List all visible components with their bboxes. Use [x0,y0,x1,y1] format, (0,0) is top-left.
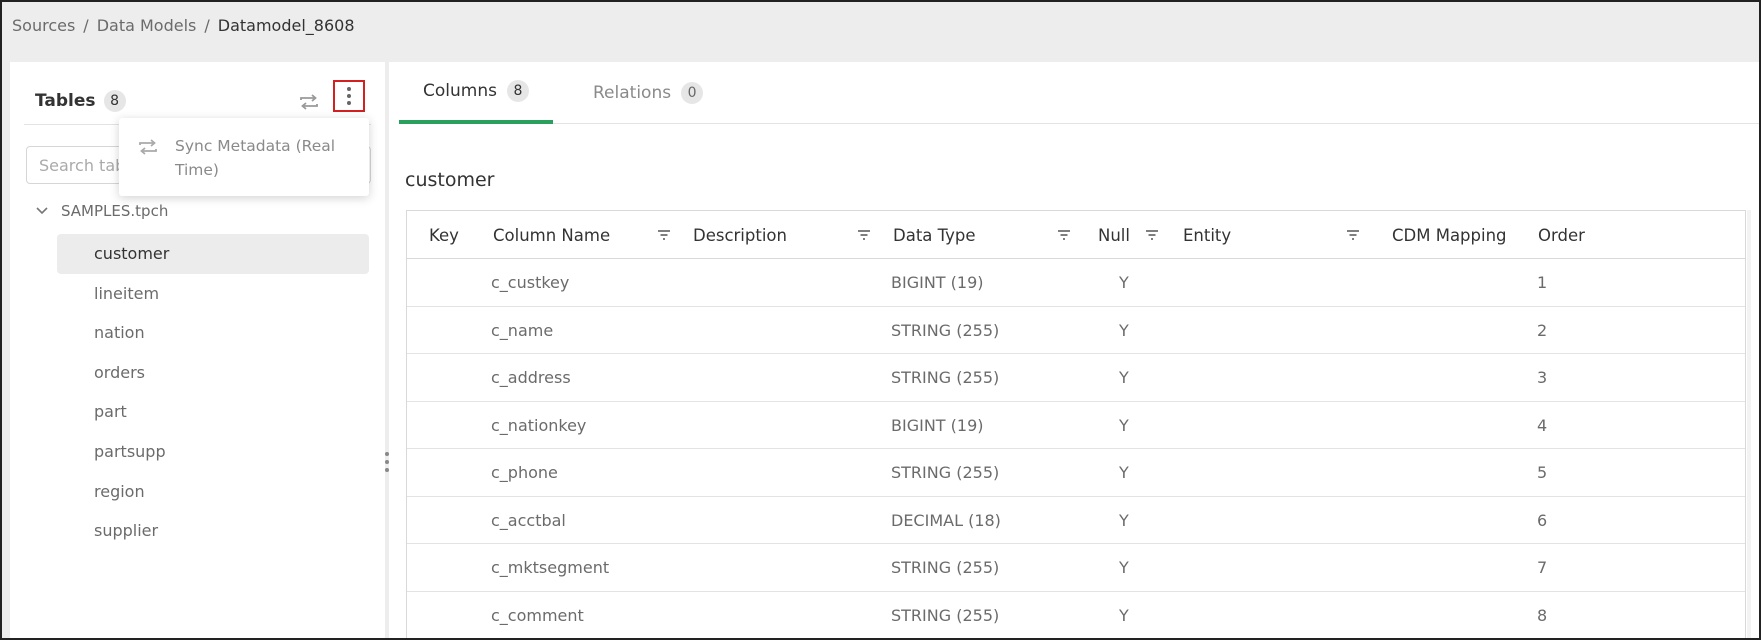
chevron-down-icon [36,207,48,215]
table-row[interactable]: c_acctbal DECIMAL (18) Y 6 [407,497,1745,544]
cell-data-type: STRING (255) [891,558,1000,577]
filter-icon[interactable] [657,228,671,242]
table-item-orders[interactable]: orders [57,353,369,393]
filter-icon[interactable] [857,228,871,242]
table-item-customer[interactable]: customer [57,234,369,274]
cell-data-type: STRING (255) [891,605,1000,625]
cell-data-type: DECIMAL (18) [891,510,1001,530]
tab-label: Relations [593,83,672,103]
tables-title: Tables [35,91,96,111]
cell-column-name: c_custkey [491,273,570,292]
breadcrumb-sources[interactable]: Sources [12,16,75,35]
cell-order: 7 [1537,558,1548,577]
table-row[interactable]: c_custkey BIGINT (19) Y 1 [407,259,1745,307]
columns-table: Key Column Name Description Data Type Nu… [406,210,1746,639]
tab-count-badge: 0 [681,82,704,104]
filter-icon[interactable] [1346,228,1360,242]
cell-order: 5 [1537,463,1548,482]
table-item-lineitem[interactable]: lineitem [57,274,369,314]
header-data-type[interactable]: Data Type [893,211,976,259]
cell-data-type: BIGINT (19) [891,415,984,435]
tables-header: Tables 8 [35,90,126,112]
cell-order: 2 [1537,320,1548,340]
tabs: Columns 8 Relations 0 [399,62,1759,124]
header-order[interactable]: Order [1538,211,1585,259]
cell-column-name: c_mktsegment [491,558,610,577]
cell-order: 8 [1537,605,1548,625]
cell-data-type: STRING (255) [891,320,1000,340]
header-column-name[interactable]: Column Name [493,211,610,259]
filter-icon[interactable] [1145,228,1159,242]
table-item-partsupp[interactable]: partsupp [57,432,369,472]
sync-metadata-label: Sync Metadata (Real Time) [175,137,336,179]
more-options-button[interactable] [333,80,365,112]
table-row[interactable]: c_name STRING (255) Y 2 [407,307,1745,354]
table-row[interactable]: c_mktsegment STRING (255) Y 7 [407,544,1745,592]
tab-relations[interactable]: Relations 0 [569,62,727,124]
breadcrumb-separator: / [83,16,89,35]
header-entity[interactable]: Entity [1183,211,1231,259]
details-panel: Columns 8 Relations 0 customer Key Colum… [389,62,1759,639]
tab-columns[interactable]: Columns 8 [399,62,553,124]
cell-data-type: BIGINT (19) [891,273,984,292]
table-item-nation[interactable]: nation [57,313,369,353]
cell-column-name: c_address [491,368,571,387]
more-vertical-icon [347,87,351,105]
cell-null: Y [1119,273,1129,292]
tables-list: customer lineitem nation orders part par… [57,234,369,551]
table-row[interactable]: c_phone STRING (255) Y 5 [407,449,1745,497]
breadcrumb: Sources / Data Models / Datamodel_8608 [12,16,355,35]
schema-node[interactable]: SAMPLES.tpch [35,202,168,220]
breadcrumb-separator: / [204,16,210,35]
cell-order: 4 [1537,415,1548,435]
table-header: Key Column Name Description Data Type Nu… [407,211,1745,259]
sync-metadata-menu-item[interactable]: Sync Metadata (Real Time) [119,118,369,196]
breadcrumb-current: Datamodel_8608 [217,16,355,35]
cell-order: 3 [1537,368,1548,387]
cell-null: Y [1119,605,1129,625]
cell-column-name: c_comment [491,605,584,625]
tab-label: Columns [423,81,497,101]
cell-data-type: STRING (255) [891,463,1000,482]
cell-data-type: STRING (255) [891,368,1000,387]
table-item-supplier[interactable]: supplier [57,511,369,551]
schema-label: SAMPLES.tpch [61,202,169,220]
cell-null: Y [1119,558,1129,577]
table-scrollbar[interactable] [1747,210,1751,638]
cell-null: Y [1119,320,1129,340]
cell-column-name: c_nationkey [491,415,587,435]
sync-button[interactable] [297,90,321,114]
table-row[interactable]: c_nationkey BIGINT (19) Y 4 [407,402,1745,449]
table-row[interactable]: c_address STRING (255) Y 3 [407,354,1745,402]
cell-null: Y [1119,510,1129,530]
tab-count-badge: 8 [506,80,529,102]
cell-null: Y [1119,463,1129,482]
header-description[interactable]: Description [693,211,787,259]
sync-icon [300,94,318,110]
cell-column-name: c_acctbal [491,510,566,530]
filter-icon[interactable] [1057,228,1071,242]
cell-order: 6 [1537,510,1548,530]
breadcrumb-data-models[interactable]: Data Models [97,16,197,35]
cell-null: Y [1119,415,1129,435]
cell-null: Y [1119,368,1129,387]
header-key[interactable]: Key [429,211,459,259]
table-title: customer [405,169,495,191]
header-null[interactable]: Null [1098,211,1130,259]
cell-column-name: c_name [491,320,554,340]
sync-icon [139,139,157,155]
tables-count-badge: 8 [103,90,126,112]
table-item-region[interactable]: region [57,472,369,512]
table-row[interactable]: c_comment STRING (255) Y 8 [407,592,1745,639]
cell-order: 1 [1537,273,1548,292]
header-cdm-mapping[interactable]: CDM Mapping [1392,211,1507,259]
table-item-part[interactable]: part [57,392,369,432]
app-frame: Sources / Data Models / Datamodel_8608 T… [0,0,1761,640]
cell-column-name: c_phone [491,463,558,482]
